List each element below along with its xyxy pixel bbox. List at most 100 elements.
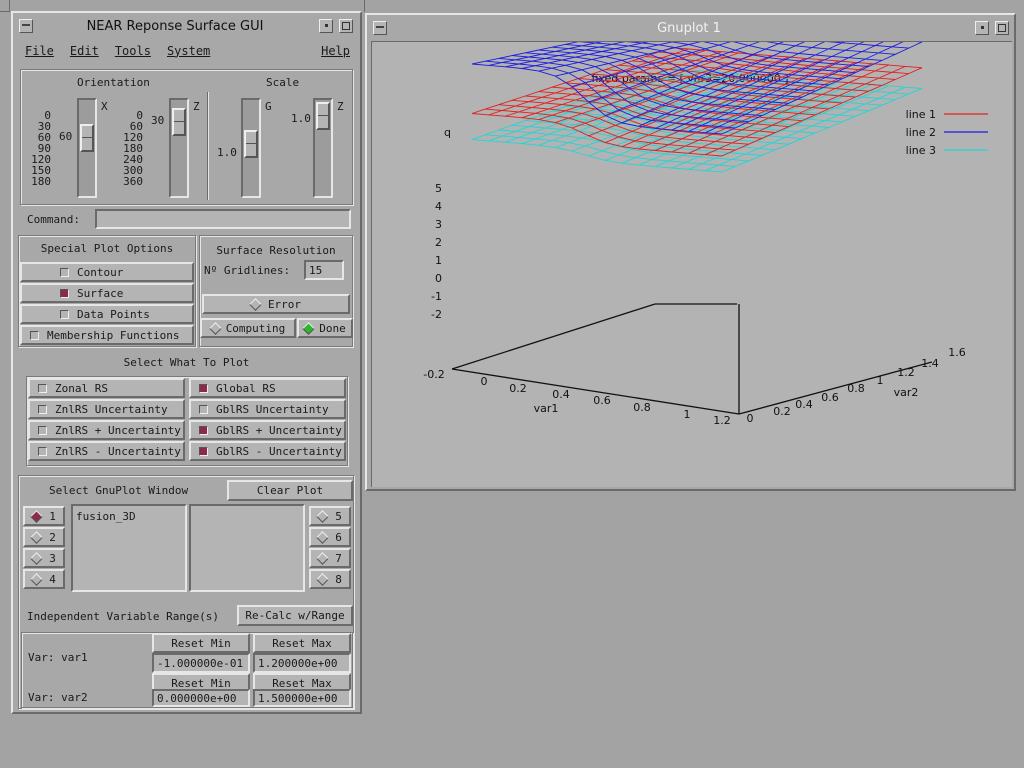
- var2-axis-label: var2: [894, 386, 919, 399]
- window-1-radio-icon[interactable]: [30, 509, 44, 523]
- background-window-edge: [0, 0, 10, 12]
- menu-tools[interactable]: Tools: [115, 44, 151, 58]
- orientation-x-label: X: [101, 100, 108, 113]
- scale-g-slider-thumb[interactable]: [244, 130, 258, 158]
- window-5-radio[interactable]: 5: [309, 506, 351, 526]
- orientation-scale-divider: [207, 92, 209, 200]
- znlrs-uncertainty-checkbox[interactable]: [38, 404, 47, 414]
- error-indicator: Error: [202, 294, 350, 314]
- z-tick-label: 0: [435, 272, 442, 285]
- window-6-radio[interactable]: 6: [309, 527, 351, 547]
- x-axis-line: [451, 368, 740, 415]
- orientation-x-ticks: 0 30 60 90 120 150 180: [31, 109, 51, 188]
- window-6-radio-icon[interactable]: [316, 530, 330, 544]
- contour-option[interactable]: Contour: [20, 262, 194, 282]
- znlrs-minus-uncertainty-option[interactable]: ZnlRS - Uncertainty: [28, 441, 185, 461]
- surface-resolution-panel: Surface Resolution Nº Gridlines: 15 Erro…: [199, 235, 353, 347]
- gnuplot-window-menu-icon[interactable]: [373, 21, 387, 35]
- membership-functions-checkbox[interactable]: [30, 330, 39, 340]
- maximize-icon[interactable]: [339, 19, 353, 33]
- data-points-option[interactable]: Data Points: [20, 304, 194, 324]
- surface-checkbox[interactable]: [60, 288, 69, 298]
- znlrs-uncertainty-option[interactable]: ZnlRS Uncertainty: [28, 399, 185, 419]
- scale-z-slider-thumb[interactable]: [316, 102, 330, 130]
- global-rs-checkbox[interactable]: [199, 383, 208, 393]
- znlrs-minus-uncertainty-checkbox[interactable]: [38, 446, 47, 456]
- x-tick-label: 0.8: [633, 401, 651, 414]
- window-7-radio[interactable]: 7: [309, 548, 351, 568]
- orientation-x-slider-thumb[interactable]: [80, 124, 94, 152]
- gridlines-input[interactable]: 15: [304, 260, 344, 280]
- orientation-z-slider[interactable]: [169, 98, 189, 198]
- select-gnuplot-window-title: Select GnuPlot Window: [49, 484, 189, 497]
- global-rs-option[interactable]: Global RS: [189, 378, 346, 398]
- var1-axis-label: var1: [534, 402, 559, 415]
- y-tick-label: 0.4: [795, 398, 813, 411]
- window-5-radio-icon[interactable]: [316, 509, 330, 523]
- scale-z-slider[interactable]: [313, 98, 333, 198]
- var2-min-input[interactable]: 0.000000e+00: [152, 689, 250, 707]
- var2-max-input[interactable]: 1.500000e+00: [253, 689, 351, 707]
- variable-range-panel: Var: var1 Var: var2 Reset Min Reset Max …: [21, 632, 353, 708]
- gnuplot-canvas[interactable]: fixed params = [ var3=20,000000 ] q var1…: [371, 41, 1012, 487]
- plot-list-right[interactable]: [189, 504, 305, 592]
- orientation-x-slider[interactable]: [77, 98, 97, 198]
- done-indicator-icon: [302, 321, 316, 335]
- menu-edit[interactable]: Edit: [70, 44, 99, 58]
- gblrs-plus-uncertainty-option[interactable]: GblRS + Uncertainty: [189, 420, 346, 440]
- window-3-radio[interactable]: 3: [23, 548, 65, 568]
- data-points-checkbox[interactable]: [60, 309, 69, 319]
- znlrs-plus-uncertainty-checkbox[interactable]: [38, 425, 47, 435]
- var1-max-input[interactable]: 1.200000e+00: [253, 653, 351, 673]
- zonal-rs-checkbox[interactable]: [38, 383, 47, 393]
- window-4-radio-icon[interactable]: [30, 572, 44, 586]
- gblrs-plus-uncertainty-checkbox[interactable]: [199, 425, 208, 435]
- orientation-z-slider-thumb[interactable]: [172, 108, 186, 136]
- clear-plot-button[interactable]: Clear Plot: [227, 480, 353, 501]
- gnuplot-title-bar[interactable]: Gnuplot 1: [369, 17, 1012, 39]
- menu-system[interactable]: System: [167, 44, 210, 58]
- near-gui-window: NEAR Reponse Surface GUI File Edit Tools…: [11, 11, 362, 714]
- gblrs-minus-uncertainty-checkbox[interactable]: [199, 446, 208, 456]
- y-tick-label: 0.2: [773, 405, 791, 418]
- window-8-radio[interactable]: 8: [309, 569, 351, 589]
- background-window-edge-right: [364, 0, 365, 12]
- contour-checkbox[interactable]: [60, 267, 69, 277]
- menu-help[interactable]: Help: [321, 44, 350, 58]
- var1-reset-min-button[interactable]: Reset Min: [152, 633, 250, 653]
- gnuplot-minimize-icon[interactable]: [975, 21, 989, 35]
- window-2-radio[interactable]: 2: [23, 527, 65, 547]
- surface-option[interactable]: Surface: [20, 283, 194, 303]
- window-menu-icon[interactable]: [19, 19, 33, 33]
- z-tick-label: 3: [435, 218, 442, 231]
- gblrs-minus-uncertainty-option[interactable]: GblRS - Uncertainty: [189, 441, 346, 461]
- q-axis-label: q: [444, 126, 451, 139]
- membership-functions-option[interactable]: Membership Functions: [20, 325, 194, 345]
- gnuplot-title: Gnuplot 1: [657, 20, 721, 36]
- special-plot-options-panel: Special Plot Options Contour Surface Dat…: [18, 235, 196, 347]
- var1-min-input[interactable]: -1.000000e-01: [152, 653, 250, 673]
- gblrs-uncertainty-checkbox[interactable]: [199, 404, 208, 414]
- plot-list-left[interactable]: fusion_3D: [71, 504, 187, 592]
- window-7-radio-icon[interactable]: [316, 551, 330, 565]
- gblrs-uncertainty-option[interactable]: GblRS Uncertainty: [189, 399, 346, 419]
- gnuplot-maximize-icon[interactable]: [995, 21, 1009, 35]
- x-tick-label: 1: [684, 408, 691, 421]
- minimize-icon[interactable]: [319, 19, 333, 33]
- menu-file[interactable]: File: [25, 44, 54, 58]
- znlrs-plus-uncertainty-option[interactable]: ZnlRS + Uncertainty: [28, 420, 185, 440]
- command-input[interactable]: [95, 209, 351, 229]
- window-1-radio[interactable]: 1: [23, 506, 65, 526]
- scale-g-slider[interactable]: [241, 98, 261, 198]
- gui-title-bar[interactable]: NEAR Reponse Surface GUI: [15, 15, 358, 37]
- back-x-axis-line: [451, 303, 656, 370]
- list-item[interactable]: fusion_3D: [76, 510, 136, 523]
- window-2-radio-icon[interactable]: [30, 530, 44, 544]
- zonal-rs-option[interactable]: Zonal RS: [28, 378, 185, 398]
- window-3-radio-icon[interactable]: [30, 551, 44, 565]
- window-8-radio-icon[interactable]: [316, 572, 330, 586]
- window-4-radio[interactable]: 4: [23, 569, 65, 589]
- var1-reset-max-button[interactable]: Reset Max: [253, 633, 351, 653]
- recalc-range-button[interactable]: Re-Calc w/Range: [237, 605, 353, 626]
- orientation-x-value: 60: [59, 130, 73, 143]
